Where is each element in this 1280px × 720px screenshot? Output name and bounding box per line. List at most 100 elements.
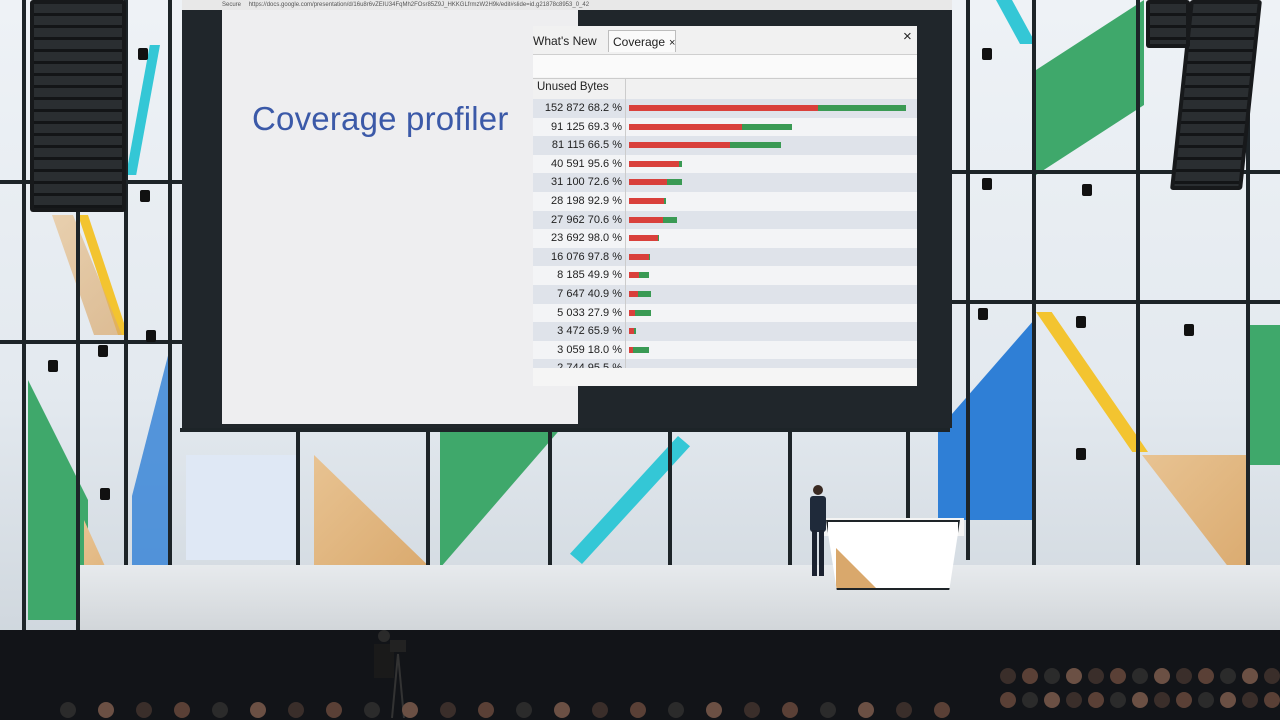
audience-member [782, 702, 798, 718]
stage-light-icon [978, 308, 988, 320]
audience-member [896, 702, 912, 718]
column-header-unused-bytes[interactable]: Unused Bytes [537, 81, 609, 93]
used-bar [635, 309, 652, 316]
audience-member [1264, 692, 1280, 708]
used-bar [632, 346, 650, 353]
audience-member [1242, 692, 1258, 708]
tab-coverage[interactable]: Coverage × [608, 30, 676, 52]
unused-bar [629, 291, 639, 297]
audience-member [402, 702, 418, 718]
unused-percent: 18.0 % [587, 343, 622, 356]
truss-post [548, 428, 552, 573]
truss-post [22, 0, 26, 640]
audience-member [1000, 668, 1016, 684]
unused-bar [629, 198, 664, 204]
row-label: 7 647 40.9 % [540, 288, 622, 300]
audience-member [364, 702, 380, 718]
unused-bytes: 91 125 [551, 120, 585, 133]
truss-beam [0, 340, 190, 344]
audience-member [858, 702, 874, 718]
unused-bar [629, 235, 659, 242]
url-text: https://docs.google.com/presentation/d/1… [248, 2, 590, 8]
tab-close-icon[interactable]: × [669, 37, 675, 49]
unused-bar [629, 142, 731, 149]
used-bar [663, 198, 667, 204]
used-bar [638, 291, 652, 297]
audience-member [1154, 668, 1170, 684]
stage-light-icon [98, 345, 108, 357]
speaker-array-left [30, 0, 126, 212]
unused-bytes: 3 472 [557, 325, 585, 338]
close-icon[interactable]: × [903, 28, 912, 45]
truss-post [668, 428, 672, 573]
audience-member [1022, 692, 1038, 708]
audience-member [668, 702, 684, 718]
used-bar [658, 235, 659, 242]
audience-member [1088, 668, 1104, 684]
unused-percent: 65.9 % [587, 325, 622, 338]
audience-member [706, 702, 722, 718]
audience-member [98, 702, 114, 718]
stage-light-icon [982, 178, 992, 190]
unused-percent: 97.8 % [587, 250, 622, 263]
unused-bar [629, 179, 668, 186]
audience-member [516, 702, 532, 718]
unused-bytes: 27 962 [551, 213, 585, 226]
audience-member [1132, 692, 1148, 708]
used-bar [633, 328, 636, 335]
row-label: 16 076 97.8 % [540, 251, 622, 263]
unused-bytes: 81 115 [551, 139, 585, 152]
unused-bar [629, 253, 649, 260]
audience-member [174, 702, 190, 718]
audience-member [630, 702, 646, 718]
row-label: 3 472 65.9 % [540, 325, 622, 337]
audience-member [1110, 692, 1126, 708]
audience-member [1176, 668, 1192, 684]
unused-percent: 92.9 % [587, 195, 622, 207]
green-edge-panel [1250, 325, 1280, 465]
row-label: 8 185 49.9 % [540, 269, 622, 281]
slide-panel [222, 10, 578, 424]
unused-bytes: 7 647 [557, 288, 585, 300]
audience-member [1220, 668, 1236, 684]
truss-post [168, 0, 172, 600]
used-bar [679, 160, 682, 167]
unused-bytes: 31 100 [551, 176, 585, 189]
audience-member [1198, 668, 1214, 684]
used-bar [639, 272, 650, 279]
stage-light-icon [1076, 316, 1086, 328]
audience-member [1044, 692, 1060, 708]
unused-percent: 66.5 % [587, 139, 622, 152]
used-bar [663, 216, 678, 223]
audience-member [1088, 692, 1104, 708]
audience-member [1066, 668, 1082, 684]
audience-member [212, 702, 228, 718]
audience-member [1220, 692, 1236, 708]
podium [826, 520, 960, 590]
stage-light-icon [100, 488, 110, 500]
tab-whats-new[interactable]: What's New [533, 30, 597, 52]
audience-member [1132, 668, 1148, 684]
presenter [810, 485, 826, 576]
column-divider [625, 78, 626, 368]
audience-member [820, 702, 836, 718]
unused-bytes: 5 033 [557, 306, 585, 319]
unused-percent: 49.9 % [587, 269, 622, 282]
audience-member [554, 702, 570, 718]
audience-member [250, 702, 266, 718]
stage-light-icon [140, 190, 150, 202]
audience-member [1264, 668, 1280, 684]
audience-member [1198, 692, 1214, 708]
row-label: 2 744 95.5 % [540, 362, 622, 368]
audience-member [1154, 692, 1170, 708]
truss-post [1136, 0, 1140, 580]
slide-title: Coverage profiler [252, 100, 509, 137]
truss-post [296, 428, 300, 573]
audience-member [440, 702, 456, 718]
audience-member [478, 702, 494, 718]
unused-percent: 70.6 % [587, 213, 622, 226]
audience-member [288, 702, 304, 718]
unused-bar [629, 123, 743, 130]
stage-light-icon [1076, 448, 1086, 460]
audience-member [1044, 668, 1060, 684]
